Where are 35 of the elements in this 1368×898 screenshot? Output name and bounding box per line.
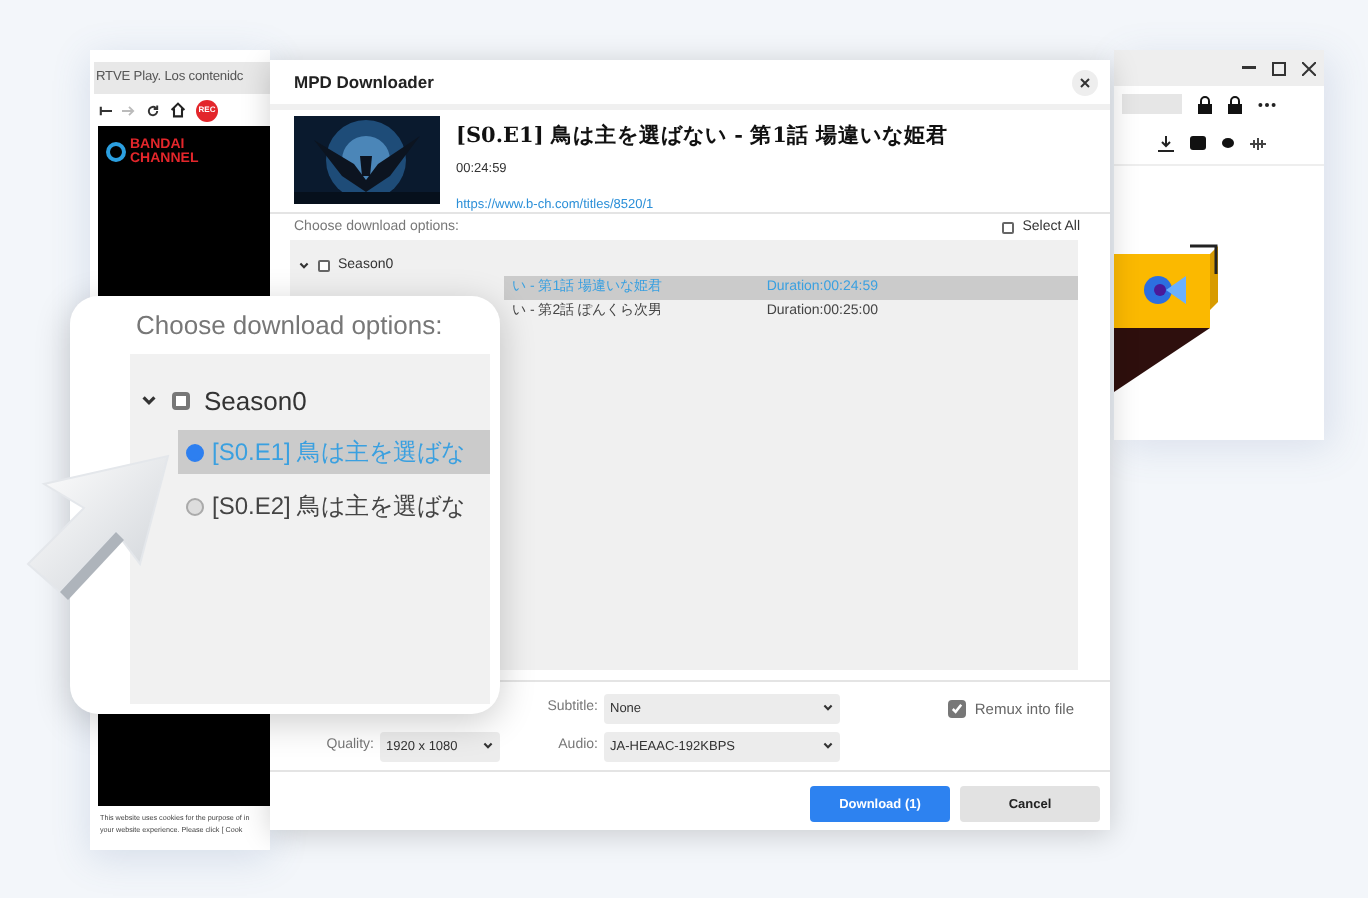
address-field[interactable] <box>1122 94 1182 114</box>
checkbox[interactable] <box>318 260 330 273</box>
close-icon[interactable] <box>1302 61 1316 75</box>
reload-icon[interactable] <box>146 103 160 117</box>
more-icon[interactable] <box>1258 101 1276 107</box>
download-icon[interactable] <box>1158 135 1174 151</box>
lock-icon[interactable] <box>1228 95 1242 113</box>
radio-button[interactable] <box>186 497 204 515</box>
chevron-icon[interactable] <box>140 391 158 410</box>
back-icon[interactable] <box>98 103 112 117</box>
audio-icon[interactable] <box>1250 137 1266 149</box>
caret-icon <box>822 702 834 715</box>
caret-icon <box>822 740 834 753</box>
radio-button[interactable] <box>186 443 204 461</box>
logo-icon <box>106 142 126 162</box>
episode-row[interactable]: [S0.E2] 鳥は主を選ばな <box>178 484 490 528</box>
tree-node-label: Season0 <box>204 383 307 419</box>
close-icon <box>1080 77 1090 87</box>
caret-icon <box>482 740 494 753</box>
close-button[interactable] <box>1072 69 1098 95</box>
minimize-icon[interactable] <box>1242 66 1256 70</box>
episode-title: [S0.E2] 鳥は主を選ばな <box>212 490 466 524</box>
chevron-icon[interactable] <box>298 260 310 273</box>
lock-icon[interactable] <box>1198 95 1212 113</box>
video-title: [S0.E1] 鳥は主を選ばない - 第1話 場違いな姫君 <box>456 124 949 150</box>
video-icon[interactable] <box>1190 136 1206 150</box>
dialog-title: MPD Downloader <box>294 69 434 95</box>
maximize-icon[interactable] <box>1272 61 1286 75</box>
check-icon <box>950 701 965 716</box>
episode-title: [S0.E1] 鳥は主を選ばな <box>212 436 466 470</box>
checkbox[interactable] <box>172 391 190 410</box>
home-icon[interactable] <box>170 102 186 118</box>
tree-node[interactable]: Season0 <box>130 381 490 420</box>
options-label: Choose download options: <box>136 308 445 344</box>
record-icon[interactable] <box>1222 138 1234 148</box>
